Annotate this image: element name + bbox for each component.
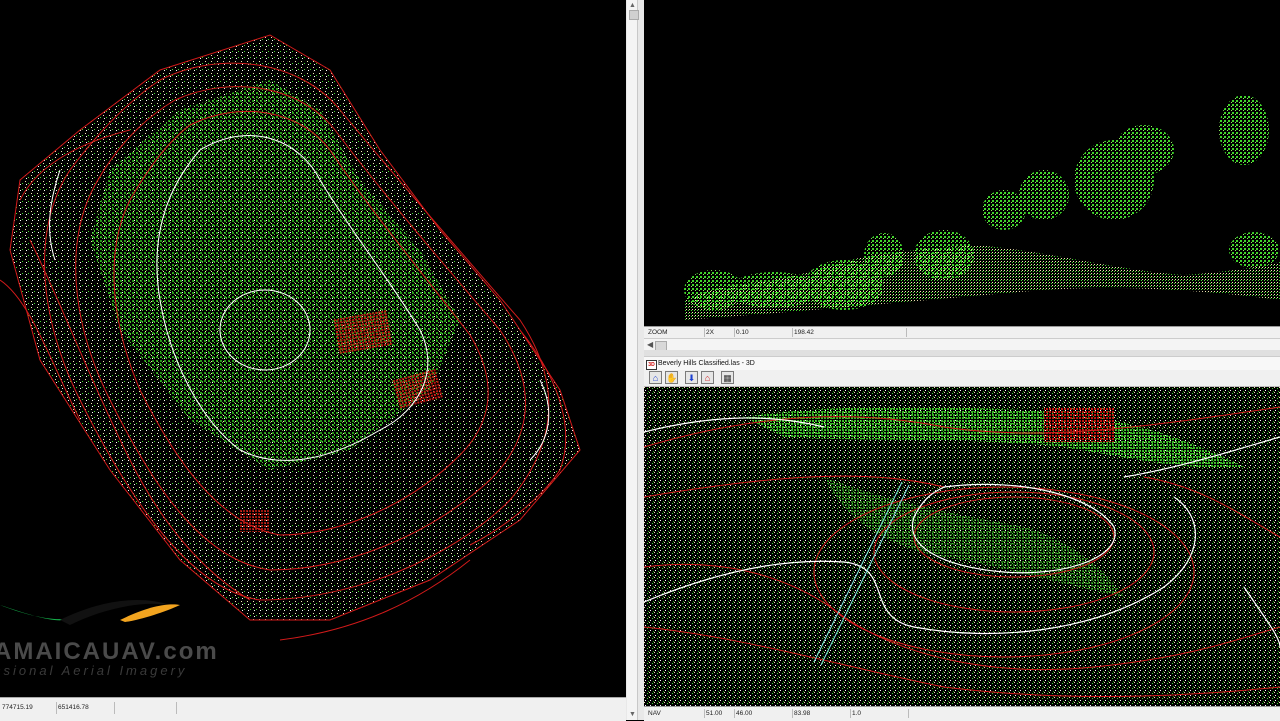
scroll-up-icon[interactable]: ▲ [629, 2, 636, 9]
status-value-2: 198.42 [792, 328, 907, 337]
3d-statusbar: NAV 51.00 46.00 83.98 1.0 [644, 706, 1280, 721]
3d-pointcloud [644, 387, 1280, 706]
profile-view-canvas[interactable] [644, 0, 1280, 326]
scroll-left-icon[interactable]: ◀ [647, 340, 653, 350]
profile-pointcloud [684, 95, 1280, 320]
scroll-down-icon[interactable]: ▼ [629, 711, 636, 718]
scroll-thumb[interactable] [629, 10, 639, 20]
watermark-name: AMAICAUAV.com [0, 638, 219, 665]
home-red-icon[interactable]: ⌂ [701, 371, 714, 384]
home-icon[interactable]: ⌂ [649, 371, 662, 384]
logo-swoosh [0, 600, 180, 625]
plan-view-canvas[interactable]: AMAICAUAV.com ssional Aerial Imagery [0, 0, 626, 697]
status-value-1: 0.10 [734, 328, 793, 337]
3d-window-icon: 3D [646, 360, 657, 370]
x-coordinate: 774715.19 [0, 702, 57, 714]
status-empty-cell [114, 702, 177, 714]
window-3d-toolbar: ⌂ ✋ ⬇ ⌂ ▦ [644, 370, 1280, 387]
building-3d [1044, 407, 1114, 442]
nav-mode-indicator: NAV [646, 709, 705, 718]
view-splitter[interactable]: ▲ ▼ [626, 0, 644, 720]
arrow-down-icon[interactable]: ⬇ [685, 371, 698, 384]
grid-icon[interactable]: ▦ [721, 371, 734, 384]
zoom-level: 2X [704, 328, 735, 337]
status-value-4: 1.0 [850, 709, 909, 718]
3d-view-canvas[interactable] [644, 387, 1280, 706]
plan-view-pointcloud [0, 34, 581, 641]
window-3d-titlebar[interactable]: 3D Beverly Hills Classified.las - 3D [644, 356, 1280, 371]
mode-indicator: ZOOM [646, 328, 705, 337]
site-area [9, 34, 581, 621]
company-watermark: AMAICAUAV.com ssional Aerial Imagery [0, 600, 217, 678]
plan-view-statusbar: 774715.19 651416.78 [0, 697, 626, 721]
status-value-2: 46.00 [734, 709, 793, 718]
watermark-tagline: ssional Aerial Imagery [0, 663, 188, 678]
vertical-scrollbar[interactable]: ▲ ▼ [627, 0, 639, 720]
hand-icon[interactable]: ✋ [665, 371, 678, 384]
status-value-1: 51.00 [704, 709, 735, 718]
status-value-3: 83.98 [792, 709, 851, 718]
window-title: Beverly Hills Classified.las - 3D [658, 360, 755, 367]
y-coordinate: 651416.78 [56, 702, 115, 714]
